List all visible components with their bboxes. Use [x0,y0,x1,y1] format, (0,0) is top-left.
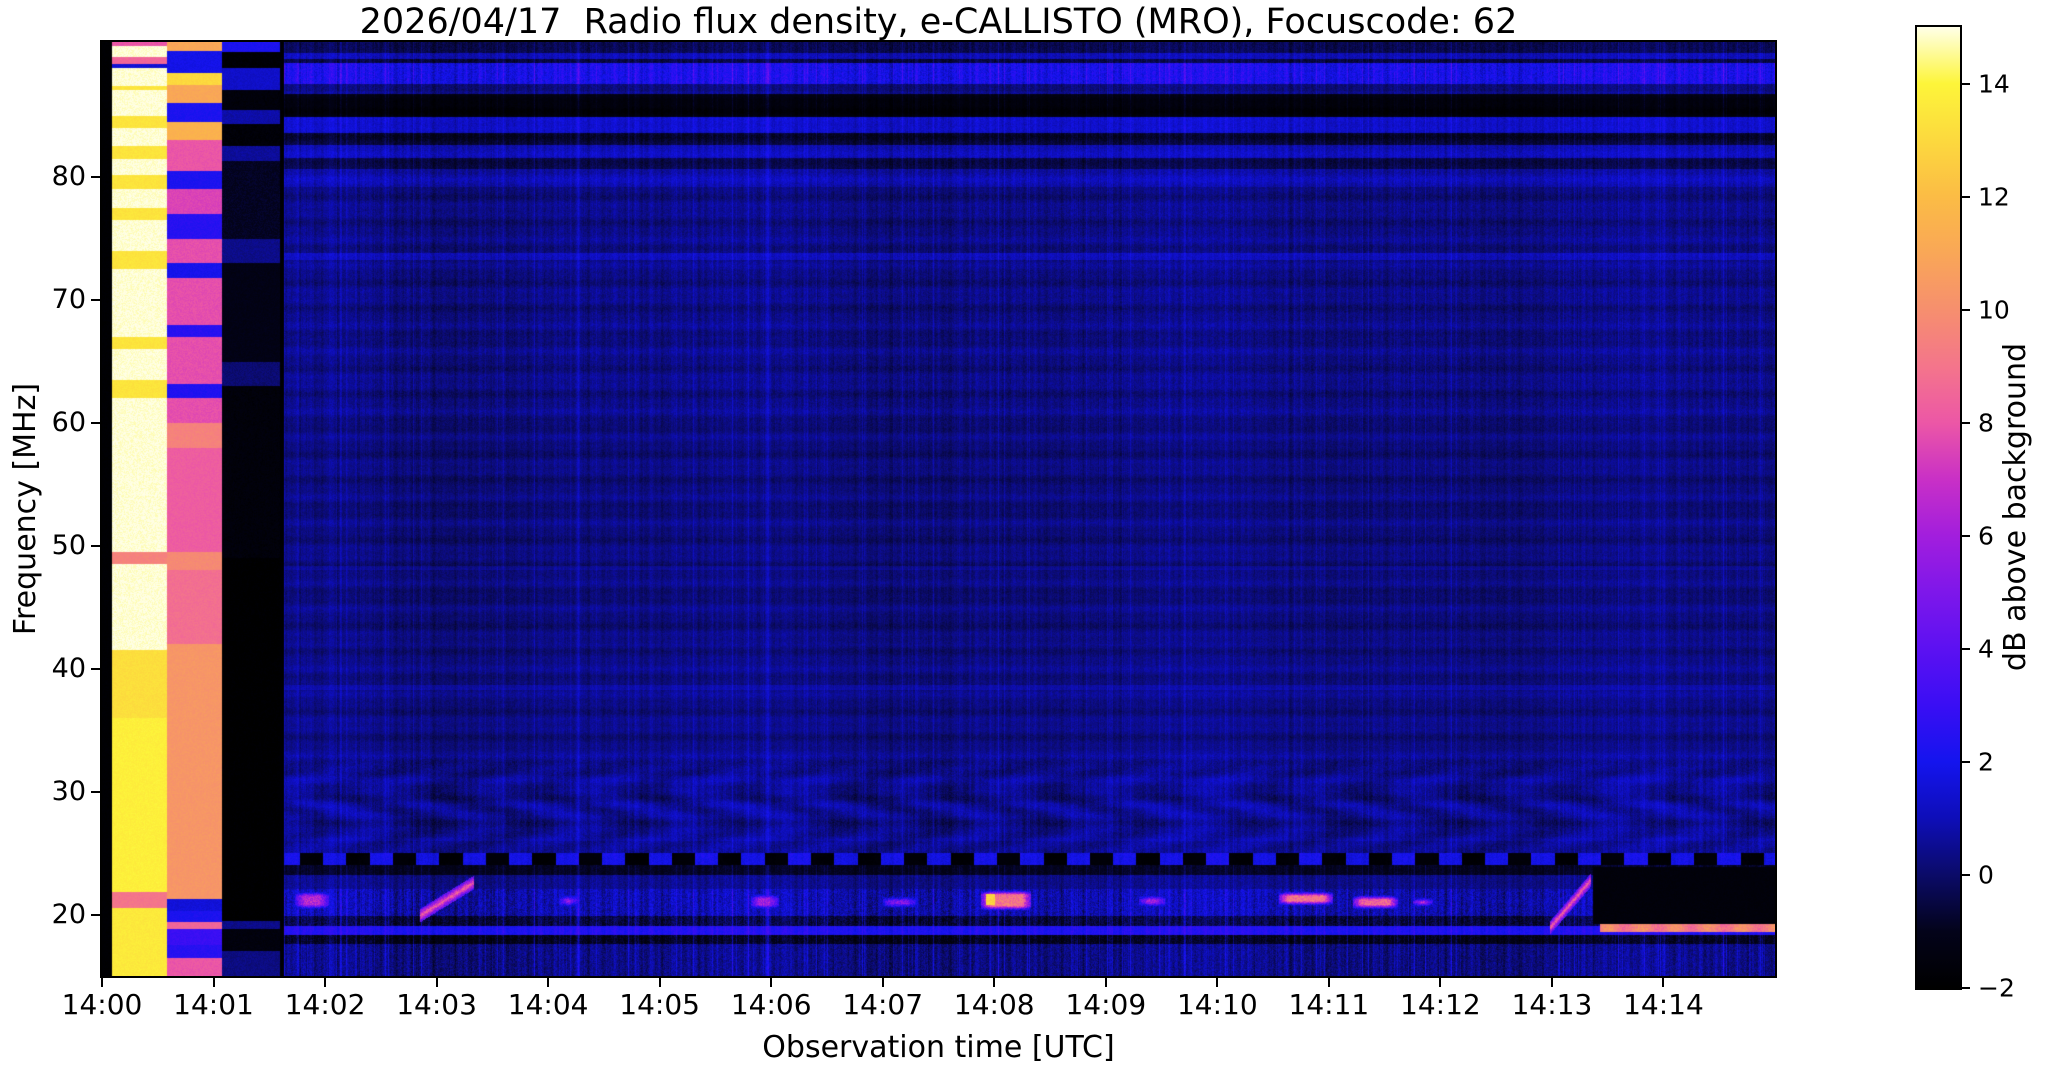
y-tick-mark [91,176,100,179]
x-tick-label: 14:13 [1511,988,1593,1021]
colorbar-tick-label: 12 [1978,182,2010,212]
colorbar-tick-mark [1962,421,1970,424]
x-tick-label: 14:09 [1065,988,1147,1021]
x-tick-mark [1216,978,1219,987]
x-tick-label: 14:10 [1176,988,1258,1021]
colorbar-tick-mark [1962,647,1970,650]
colorbar-tick-label: −2 [1978,973,2015,1003]
x-tick-label: 14:00 [61,988,143,1021]
x-tick-label: 14:03 [396,988,477,1021]
x-tick-mark [993,978,996,987]
x-tick-label: 14:08 [953,988,1035,1021]
y-tick-label: 60 [51,406,86,438]
y-tick-mark [91,544,100,547]
y-tick-mark [91,913,100,916]
x-tick-mark [881,978,884,987]
x-tick-label: 14:05 [619,988,701,1021]
colorbar-tick-mark [1962,760,1970,763]
x-tick-mark [212,978,215,987]
x-tick-label: 14:02 [284,988,366,1021]
colorbar-tick-label: 4 [1978,634,1994,664]
colorbar-tick-label: 14 [1978,69,2010,99]
x-tick-mark [324,978,327,987]
x-tick-mark [1550,978,1553,987]
colorbar-label: dB above background [1998,342,2033,672]
colorbar-tick-label: 2 [1978,747,1994,777]
x-tick-label: 14:04 [507,988,589,1021]
x-tick-mark [770,978,773,987]
colorbar-tick-mark [1962,308,1970,311]
x-tick-mark [1439,978,1442,987]
figure: 2026/04/17 Radio flux density, e-CALLIST… [0,0,2047,1067]
colorbar-tick-label: 6 [1978,521,1994,551]
x-tick-label: 14:06 [730,988,812,1021]
chart-title: 2026/04/17 Radio flux density, e-CALLIST… [359,2,1518,42]
colorbar-tick-mark [1962,534,1970,537]
colorbar-tick-mark [1962,987,1970,989]
colorbar-tick-mark [1962,873,1970,876]
y-tick-label: 80 [51,161,86,193]
colorbar-tick-mark [1962,82,1970,85]
y-tick-label: 50 [51,529,86,561]
colorbar-tick-label: 10 [1978,295,2010,325]
spectrogram-canvas [102,42,1775,976]
y-tick-label: 40 [51,652,86,684]
colorbar-tick-label: 0 [1978,860,1994,890]
x-tick-label: 14:12 [1400,988,1481,1021]
x-tick-mark [547,978,550,987]
plot-area [100,40,1777,978]
x-tick-label: 14:07 [842,988,924,1021]
x-tick-label: 14:14 [1623,988,1704,1021]
x-tick-mark [1662,978,1665,987]
x-tick-mark [1104,978,1107,987]
x-axis-label: Observation time [UTC] [762,1030,1115,1065]
x-tick-mark [658,978,661,987]
y-axis-label: Frequency [MHz] [8,382,43,636]
colorbar-tick-label: 8 [1978,408,1994,438]
x-tick-label: 14:11 [1288,988,1370,1021]
x-tick-mark [435,978,438,987]
y-tick-mark [91,667,100,670]
x-tick-label: 14:01 [173,988,254,1021]
colorbar [1915,25,1962,990]
y-tick-mark [91,421,100,424]
y-tick-label: 70 [51,283,86,315]
y-tick-mark [91,299,100,302]
x-tick-mark [101,978,103,987]
y-tick-label: 20 [51,898,86,930]
x-tick-mark [1327,978,1330,987]
colorbar-tick-mark [1962,195,1970,198]
y-tick-mark [91,790,100,793]
y-tick-label: 30 [51,775,86,807]
